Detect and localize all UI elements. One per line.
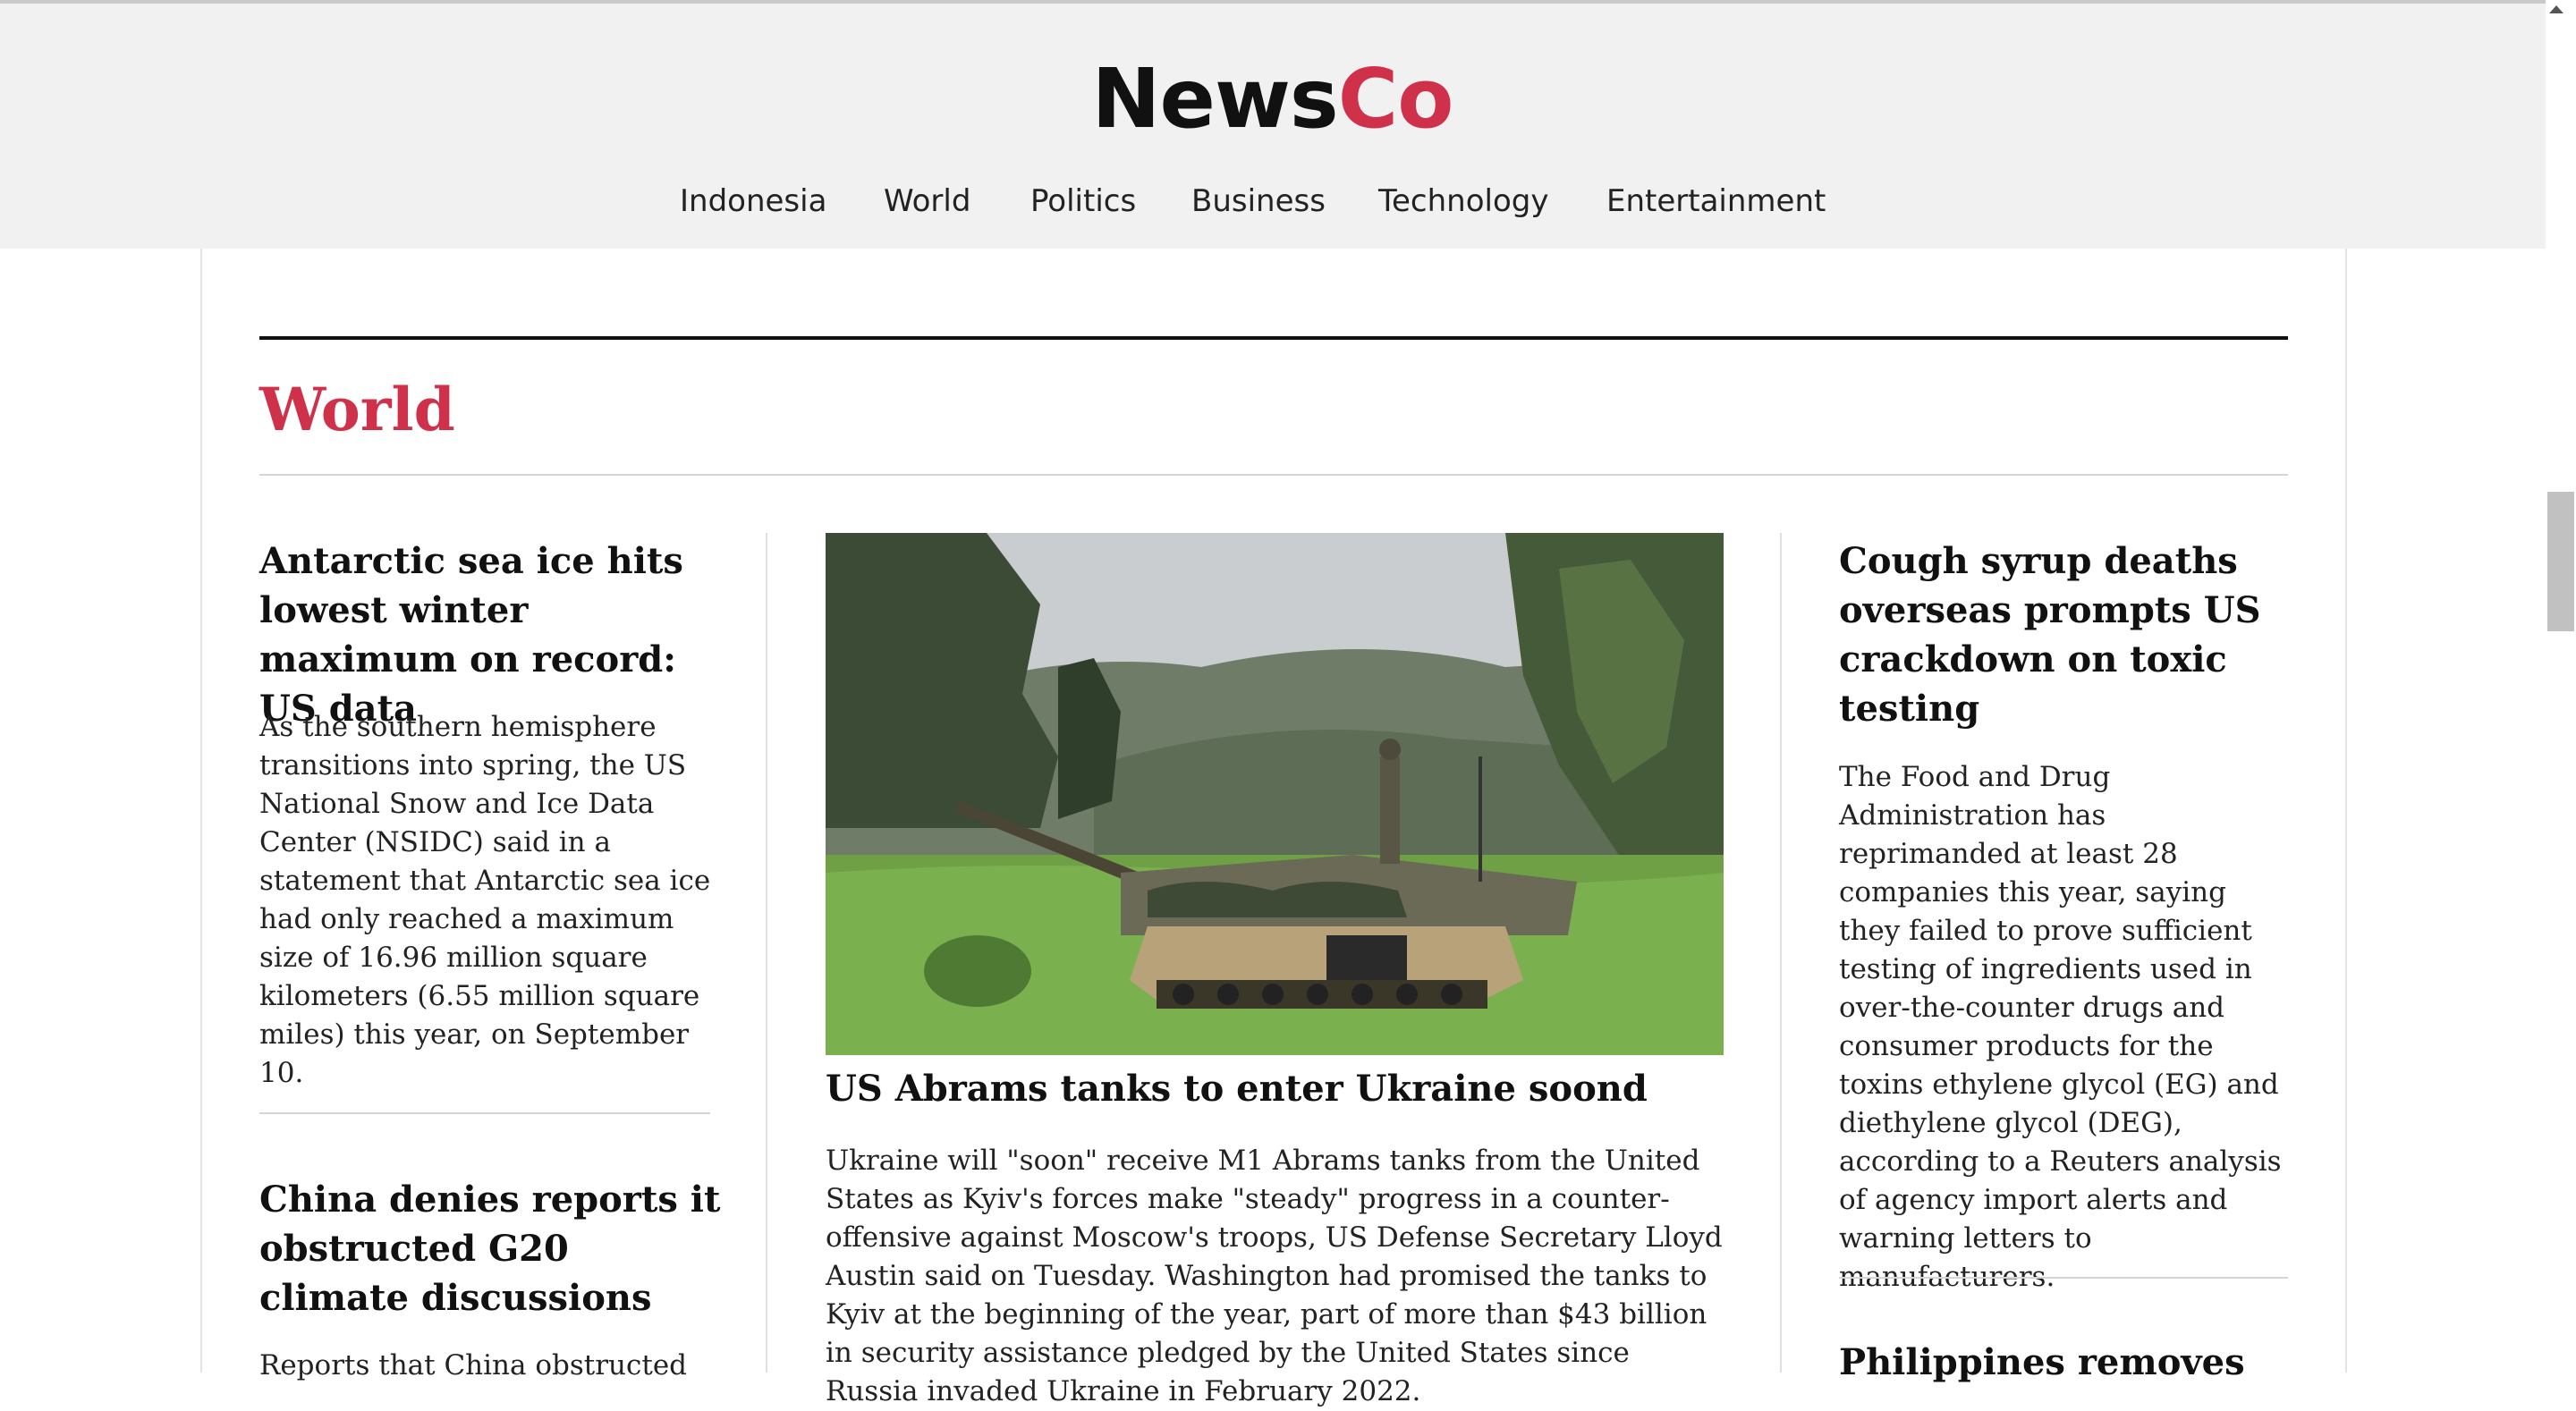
logo-accent: Co	[1337, 51, 1454, 147]
section-title-rule	[259, 474, 2288, 476]
nav-item-business[interactable]: Business	[1191, 179, 1326, 224]
article-summary: The Food and Drug Administration has rep…	[1839, 761, 2282, 1293]
article-headline[interactable]: Antarctic sea ice hits lowest winter max…	[259, 537, 724, 733]
scrollbar-thumb[interactable]	[2547, 492, 2574, 631]
article-summary: Ukraine will "soon" receive M1 Abrams ta…	[826, 1145, 1723, 1407]
article-divider	[259, 1112, 710, 1114]
vertical-scrollbar[interactable]	[2546, 0, 2576, 1373]
nav-item-politics[interactable]: Politics	[1030, 179, 1136, 224]
nav-item-entertainment[interactable]: Entertainment	[1606, 179, 1826, 224]
nav-item-technology[interactable]: Technology	[1378, 179, 1548, 224]
section-title[interactable]: World	[259, 374, 455, 445]
article-headline[interactable]: Philippines removes	[1839, 1338, 2286, 1387]
main-nav: Indonesia World Politics Business Techno…	[0, 179, 2576, 224]
article-headline[interactable]: China denies reports it obstructed G20 c…	[259, 1175, 724, 1322]
article-divider	[1839, 1277, 2288, 1279]
article-headline[interactable]: Cough syrup deaths overseas prompts US c…	[1839, 537, 2286, 733]
nav-item-indonesia[interactable]: Indonesia	[680, 179, 826, 224]
article-photo-tank[interactable]	[826, 533, 1724, 1055]
logo-main: News	[1091, 51, 1339, 147]
site-logo[interactable]: NewsCo	[0, 50, 2545, 148]
column-divider	[1780, 533, 1782, 1373]
site-header: NewsCo Indonesia World Politics Business…	[0, 4, 2576, 249]
article-summary: Reports that China obstructed	[259, 1349, 688, 1381]
content-container: World Antarctic sea ice hits lowest wint…	[200, 249, 2347, 1407]
article-headline[interactable]: US Abrams tanks to enter Ukraine soond	[826, 1064, 1724, 1113]
scroll-up-arrow-icon[interactable]	[2549, 5, 2563, 13]
column-divider	[766, 533, 767, 1373]
section-top-rule	[259, 336, 2288, 340]
article-summary: As the southern hemisphere transitions i…	[259, 711, 711, 1089]
nav-item-world[interactable]: World	[884, 179, 970, 224]
